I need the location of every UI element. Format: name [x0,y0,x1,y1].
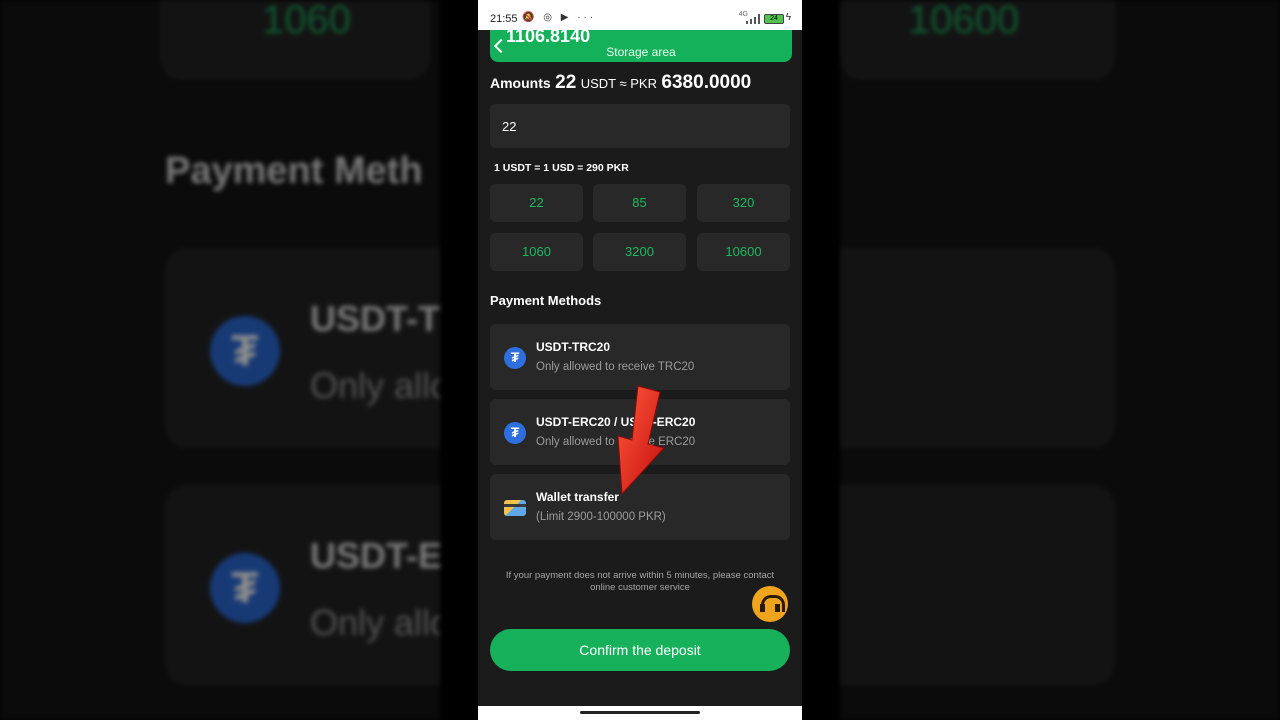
bg-method-subtitle: Only allo [310,602,440,643]
bg-method-card [165,485,440,685]
battery-icon: 24 [764,14,784,24]
charging-icon: ϟ [785,12,791,23]
confirm-deposit-button[interactable]: Confirm the deposit [490,629,790,671]
bg-method-card [840,248,1115,448]
storage-banner: 1106.8140 Storage area [490,30,792,62]
blurred-background-right: 10600 [840,0,1280,720]
payment-notice: If your payment does not arrive within 5… [505,570,775,593]
payment-methods-heading: Payment Methods [490,293,602,308]
quick-amount-chip[interactable]: 85 [593,184,686,222]
bg-tether-icon [210,316,280,386]
card-icon [504,500,526,516]
screen: 1060 Payment Meth USDT-T Only allo USDT-… [0,0,1280,720]
payment-method-trc20[interactable]: USDT-TRC20 Only allowed to receive TRC20 [490,324,790,390]
payment-method-title: USDT-TRC20 [536,340,611,354]
blurred-background-left: 1060 Payment Meth USDT-T Only allo USDT-… [0,0,440,720]
signal-icon [746,14,762,24]
bg-method-card [840,485,1115,685]
amounts-label: Amounts [490,75,551,91]
home-indicator[interactable] [580,711,700,714]
red-arrow-annotation-icon [617,385,665,496]
quick-amount-chip[interactable]: 10600 [697,233,790,271]
quick-amount-chip[interactable]: 22 [490,184,583,222]
customer-service-headset-icon[interactable] [752,586,788,622]
phone-screen: 21:55 🔕 ◎ ▶ ··· 4G 24 ϟ 1106.8140 Storag… [478,0,802,720]
quick-amount-chip[interactable]: 3200 [593,233,686,271]
amounts-unit: USDT ≈ PKR [580,76,657,91]
bg-payment-heading: Payment Meth [165,150,423,192]
status-time: 21:55 [490,13,518,25]
bg-chip-value: 10600 [908,0,1020,42]
amounts-pkr-value: 6380.0000 [661,72,752,93]
amounts-summary: Amounts 22 USDT ≈ PKR 6380.0000 [490,72,751,94]
amount-input[interactable] [490,104,790,148]
bg-method-title: USDT-E [310,535,440,576]
bg-tether-icon [210,553,280,623]
tether-icon [504,422,526,444]
payment-method-subtitle: Only allowed to receive TRC20 [536,361,695,373]
gesture-nav-bar [478,706,802,720]
tether-icon [504,347,526,369]
quick-amount-chip[interactable]: 320 [697,184,790,222]
bg-method-card [165,248,440,448]
notification-icons: 🔕 ◎ ▶ ··· [522,12,597,23]
bg-chip-value: 1060 [262,0,351,42]
bg-method-subtitle: Only allo [310,365,440,406]
payment-method-subtitle: (Limit 2900-100000 PKR) [536,511,666,523]
bg-method-title: USDT-T [310,298,440,339]
quick-amount-chip[interactable]: 1060 [490,233,583,271]
exchange-rate: 1 USDT = 1 USD = 290 PKR [494,162,629,174]
status-bar: 21:55 🔕 ◎ ▶ ··· 4G 24 ϟ [478,0,802,30]
amounts-usdt-value: 22 [555,72,577,93]
banner-title: Storage area [606,45,676,59]
payment-method-title: Wallet transfer [536,490,619,504]
